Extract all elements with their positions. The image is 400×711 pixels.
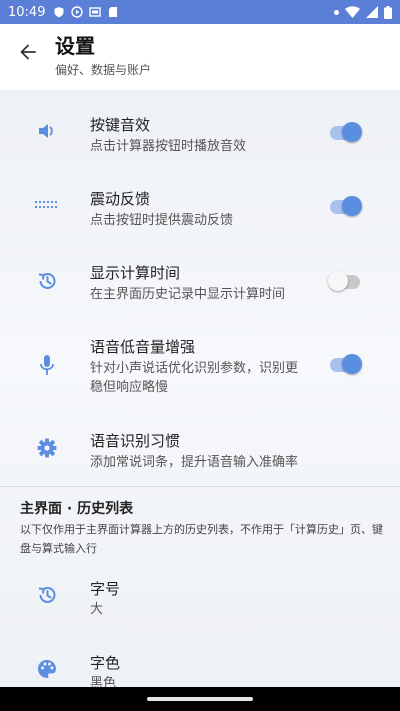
voice-boost-toggle[interactable] — [330, 354, 362, 374]
microphone-icon — [34, 352, 60, 378]
setting-show-time-label: 显示计算时间 — [90, 264, 181, 282]
section-desc: 以下仅作用于主界面计算器上方的历史列表，不作用于「计算历史」页、键盘与算式输入行 — [20, 523, 383, 555]
cast-icon — [89, 7, 102, 17]
setting-key-sound[interactable]: 按键音效 点击计算器按钮时播放音效 — [0, 112, 400, 176]
dot-icon — [334, 9, 339, 15]
signal-icon — [366, 6, 378, 18]
setting-vibration-desc: 点击按钮时提供震动反馈 — [90, 213, 234, 228]
setting-voice-boost-desc: 针对小声说话优化识别参数，识别更稳但响应略慢 — [90, 361, 299, 395]
back-button[interactable] — [14, 38, 42, 66]
setting-voice-habits-label: 语音识别习惯 — [90, 432, 181, 450]
arrow-back-icon — [20, 44, 36, 60]
home-gesture-handle[interactable] — [147, 697, 253, 701]
vibration-icon — [34, 192, 60, 218]
setting-font-color-label: 字色 — [90, 654, 121, 672]
status-time: 10:49 — [8, 4, 46, 20]
setting-voice-habits-desc: 添加常说词条，提升语音输入准确率 — [90, 455, 299, 470]
status-right-icons — [334, 5, 392, 19]
setting-key-sound-label: 按键音效 — [90, 116, 151, 134]
sd-card-icon — [109, 7, 118, 17]
status-bar: 10:49 — [0, 0, 400, 24]
toggle-knob — [342, 354, 362, 374]
shield-icon — [54, 7, 64, 18]
show-time-toggle[interactable] — [328, 271, 360, 291]
battery-icon — [384, 5, 392, 19]
wifi-icon — [345, 6, 360, 18]
setting-font-color[interactable]: 字色 黑色 — [0, 652, 400, 687]
setting-font-size[interactable]: 字号 大 — [0, 578, 400, 634]
volume-icon — [34, 118, 60, 144]
history-icon — [34, 582, 60, 608]
play-icon — [71, 6, 84, 18]
setting-voice-habits[interactable]: 语音识别习惯 添加常说词条，提升语音输入准确率 — [0, 428, 400, 484]
page-title: 设置 — [55, 34, 95, 58]
app-bar: 设置 偏好、数据与账户 — [0, 24, 400, 90]
section-title: 主界面 · 历史列表 — [20, 501, 134, 517]
setting-show-time[interactable]: 显示计算时间 在主界面历史记录中显示计算时间 — [0, 260, 400, 324]
vibration-toggle[interactable] — [330, 196, 362, 216]
toggle-knob — [342, 122, 362, 142]
setting-vibration[interactable]: 震动反馈 点击按钮时提供震动反馈 — [0, 186, 400, 250]
setting-vibration-label: 震动反馈 — [90, 190, 151, 208]
toggle-knob — [328, 271, 348, 291]
setting-show-time-desc: 在主界面历史记录中显示计算时间 — [90, 287, 286, 302]
page-subtitle: 偏好、数据与账户 — [55, 63, 152, 77]
section-divider — [0, 486, 400, 487]
history-icon — [34, 268, 60, 294]
settings-list: 按键音效 点击计算器按钮时播放音效 震动反馈 点击按钮时提供震动反馈 显示计算时… — [0, 90, 400, 687]
setting-font-size-label: 字号 — [90, 580, 121, 598]
navigation-bar — [0, 687, 400, 711]
setting-font-size-value: 大 — [90, 602, 104, 617]
setting-voice-boost[interactable]: 语音低音量增强 针对小声说话优化识别参数，识别更稳但响应略慢 — [0, 334, 400, 410]
setting-font-color-value: 黑色 — [90, 676, 117, 687]
gear-icon — [34, 435, 60, 461]
setting-voice-boost-label: 语音低音量增强 — [90, 338, 196, 356]
palette-icon — [34, 656, 60, 682]
setting-key-sound-desc: 点击计算器按钮时播放音效 — [90, 139, 247, 154]
key-sound-toggle[interactable] — [330, 122, 362, 142]
toggle-knob — [342, 196, 362, 216]
